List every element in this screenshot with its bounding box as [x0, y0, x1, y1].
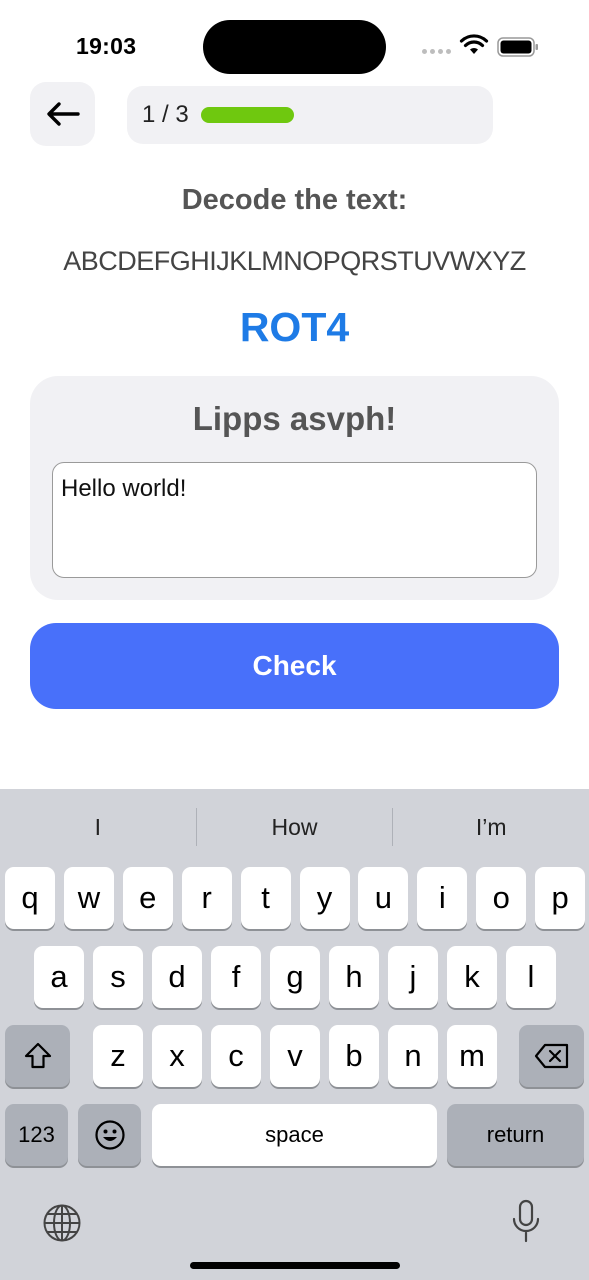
progress-bar — [200, 107, 461, 123]
emoji-icon — [94, 1120, 125, 1150]
keyboard: I How I’m qwertyuiop asdfghjkl zxcvbnm 123… — [0, 789, 589, 1280]
delete-key[interactable] — [519, 1025, 584, 1087]
key-a[interactable]: a — [34, 946, 84, 1008]
space-key[interactable]: space — [152, 1104, 437, 1166]
key-x[interactable]: x — [152, 1025, 202, 1087]
key-i[interactable]: i — [417, 867, 468, 929]
key-m[interactable]: m — [447, 1025, 497, 1087]
alphabet-reference: ABCDEFGHIJKLMNOPQRSTUVWXYZ — [63, 246, 526, 276]
arrow-left-icon — [46, 102, 80, 126]
answer-input[interactable]: Hello world! — [52, 462, 537, 578]
globe-icon[interactable] — [42, 1203, 82, 1243]
key-c[interactable]: c — [211, 1025, 261, 1087]
status-time: 19:03 — [76, 33, 137, 59]
question-card: Lipps asvph! Hello world! — [30, 376, 559, 600]
key-f[interactable]: f — [211, 946, 261, 1008]
shift-icon — [24, 1042, 51, 1069]
key-b[interactable]: b — [329, 1025, 379, 1087]
suggestion-item[interactable]: I’m — [393, 814, 589, 841]
numbers-key[interactable]: 123 — [5, 1104, 68, 1166]
shift-key[interactable] — [5, 1025, 70, 1087]
backspace-icon — [534, 1043, 568, 1069]
key-l[interactable]: l — [506, 946, 556, 1008]
key-z[interactable]: z — [93, 1025, 143, 1087]
key-r[interactable]: r — [181, 867, 232, 929]
key-g[interactable]: g — [270, 946, 320, 1008]
key-o[interactable]: o — [476, 867, 527, 929]
emoji-key[interactable] — [78, 1104, 141, 1166]
key-j[interactable]: j — [388, 946, 438, 1008]
suggestion-item[interactable]: How — [197, 814, 393, 841]
encoded-text: Lipps asvph! — [192, 400, 397, 437]
cellular-signal-icon — [422, 49, 451, 54]
progress-bar-fill — [200, 107, 295, 123]
microphone-icon[interactable] — [510, 1199, 542, 1245]
key-d[interactable]: d — [152, 946, 202, 1008]
key-t[interactable]: t — [240, 867, 291, 929]
key-u[interactable]: u — [358, 867, 409, 929]
dynamic-island — [203, 20, 386, 74]
prompt-title: Decode the text: — [181, 184, 408, 216]
progress-text: 1 / 3 — [142, 101, 189, 128]
check-button[interactable]: Check — [30, 623, 559, 709]
back-button[interactable] — [30, 82, 95, 146]
key-y[interactable]: y — [299, 867, 350, 929]
key-k[interactable]: k — [447, 946, 497, 1008]
key-q[interactable]: q — [5, 867, 55, 929]
suggestion-bar: I How I’m — [0, 789, 589, 865]
key-n[interactable]: n — [388, 1025, 438, 1087]
key-p[interactable]: p — [535, 867, 586, 929]
key-s[interactable]: s — [93, 946, 143, 1008]
key-e[interactable]: e — [122, 867, 173, 929]
return-key[interactable]: return — [447, 1104, 584, 1166]
wifi-icon — [459, 34, 489, 54]
key-w[interactable]: w — [63, 867, 114, 929]
home-indicator — [190, 1262, 400, 1269]
key-v[interactable]: v — [270, 1025, 320, 1087]
suggestion-item[interactable]: I — [0, 814, 196, 841]
progress-indicator: 1 / 3 — [127, 86, 493, 144]
key-h[interactable]: h — [329, 946, 379, 1008]
cipher-name: ROT4 — [239, 304, 350, 350]
battery-icon — [497, 37, 538, 57]
